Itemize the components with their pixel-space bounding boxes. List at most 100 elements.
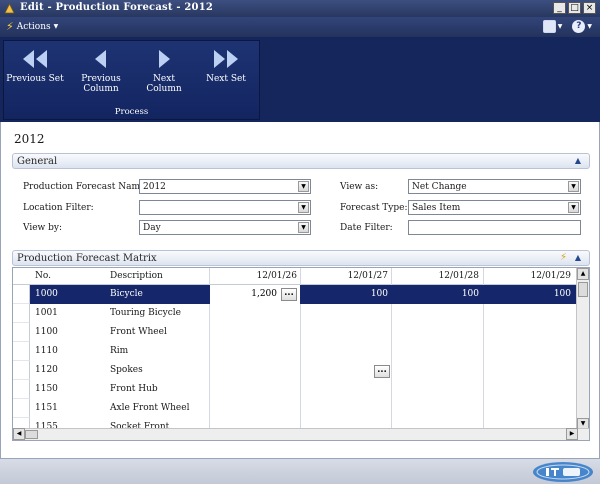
row-selector[interactable]	[13, 361, 30, 380]
scroll-left-icon[interactable]: ◀	[13, 428, 25, 440]
dropdown-arrow-icon[interactable]: ▼	[568, 202, 579, 213]
row-selector[interactable]	[13, 380, 30, 399]
ellipsis-button[interactable]: ...	[281, 288, 297, 301]
close-button[interactable]: ×	[583, 2, 596, 14]
view-by-field[interactable]: Day ▼	[139, 220, 311, 235]
dropdown-arrow-icon[interactable]: ▼	[568, 181, 579, 192]
forecast-type-field[interactable]: Sales Item ▼	[408, 200, 581, 215]
column-header-description[interactable]: Description	[110, 271, 163, 281]
production-forecast-name-label: Production Forecast Name:	[23, 182, 149, 192]
table-row[interactable]: 1100 Front Wheel	[13, 323, 577, 342]
double-left-arrow-icon	[23, 50, 47, 68]
ellipsis-button[interactable]: ...	[374, 365, 390, 378]
general-title: General	[17, 156, 58, 167]
column-header-date-2[interactable]: 12/01/27	[348, 271, 388, 281]
customize-button[interactable]: ▼	[542, 20, 563, 33]
next-column-button[interactable]: Next Column	[135, 48, 193, 94]
next-set-button[interactable]: Next Set	[197, 48, 255, 84]
location-filter-field[interactable]: ▼	[139, 200, 311, 215]
table-row[interactable]: 1001 Touring Bicycle	[13, 304, 577, 323]
page-title: 2012	[14, 132, 45, 146]
scroll-thumb[interactable]	[25, 430, 38, 439]
matrix-header: No. Description 12/01/26 12/01/27 12/01/…	[13, 268, 577, 285]
scroll-up-icon[interactable]: ▲	[577, 268, 589, 280]
row-selector[interactable]	[13, 285, 30, 304]
lightning-icon[interactable]: ⚡	[560, 252, 567, 263]
ribbon: Previous Set Previous Column Next Column…	[0, 37, 600, 122]
cell-no: 1151	[35, 403, 58, 413]
cell-date-1-edit[interactable]: 1,200 ...	[210, 285, 300, 304]
status-bar	[0, 458, 600, 484]
process-group-label: Process	[114, 107, 149, 117]
cell-no: 1120	[35, 365, 58, 375]
table-row[interactable]: 1120 Spokes ...	[13, 361, 577, 380]
column-header-date-4[interactable]: 12/01/29	[531, 271, 571, 281]
date-filter-field[interactable]	[408, 220, 581, 235]
view-by-label: View by:	[23, 223, 62, 233]
row-selector[interactable]	[13, 399, 30, 418]
chevron-down-icon: ▼	[53, 23, 59, 30]
maximize-button[interactable]: □	[568, 2, 581, 14]
cell-description: Front Hub	[110, 384, 158, 394]
matrix-grid: No. Description 12/01/26 12/01/27 12/01/…	[13, 268, 577, 437]
dropdown-arrow-icon[interactable]: ▼	[298, 222, 309, 233]
previous-column-button[interactable]: Previous Column	[72, 48, 130, 94]
next-set-label: Next Set	[206, 74, 246, 84]
view-as-label: View as:	[340, 182, 379, 192]
actions-menu[interactable]: ⚡ Actions ▼	[6, 20, 58, 33]
table-row[interactable]: 1000 Bicycle 1,200 ... 100 100 100	[13, 285, 577, 304]
action-bar: ⚡ Actions ▼ ▼ ? ▼	[0, 17, 600, 37]
title-bar: Edit - Production Forecast - 2012 _ □ ×	[0, 0, 600, 17]
column-header-date-3[interactable]: 12/01/28	[439, 271, 479, 281]
horizontal-scrollbar[interactable]: ◀ ▶	[13, 428, 589, 440]
minimize-button[interactable]: _	[553, 2, 566, 14]
window-title: Edit - Production Forecast - 2012	[20, 2, 214, 13]
cell-date-2: 100	[370, 289, 388, 299]
window-icon	[542, 20, 556, 33]
table-row[interactable]: 1150 Front Hub	[13, 380, 577, 399]
actions-label: Actions	[16, 21, 51, 32]
cell-date-4: 100	[553, 289, 571, 299]
collapse-icon[interactable]: ▲	[575, 253, 581, 262]
previous-set-label: Previous Set	[6, 74, 64, 84]
column-header-no[interactable]: No.	[35, 271, 51, 281]
date-filter-label: Date Filter:	[340, 223, 393, 233]
row-selector[interactable]	[13, 304, 30, 323]
location-filter-label: Location Filter:	[23, 203, 94, 213]
cell-description: Bicycle	[110, 289, 143, 299]
matrix-title: Production Forecast Matrix	[17, 253, 157, 264]
forecast-type-label: Forecast Type:	[340, 203, 408, 213]
previous-column-label: Previous Column	[81, 74, 121, 94]
production-forecast-name-value: 2012	[143, 182, 166, 192]
dropdown-arrow-icon[interactable]: ▼	[298, 202, 309, 213]
dropdown-arrow-icon[interactable]: ▼	[298, 181, 309, 192]
content-area: 2012 General ▲ Production Forecast Name:…	[0, 122, 600, 458]
watermark-logo	[533, 462, 593, 482]
general-fasttab[interactable]: General ▲	[12, 153, 590, 169]
help-button[interactable]: ? ▼	[572, 20, 592, 33]
column-header-date-1[interactable]: 12/01/26	[257, 271, 297, 281]
chevron-down-icon: ▼	[557, 23, 563, 30]
forecast-type-value: Sales Item	[412, 203, 461, 213]
table-row[interactable]: 1151 Axle Front Wheel	[13, 399, 577, 418]
cell-no: 1000	[35, 289, 58, 299]
scroll-thumb[interactable]	[578, 282, 588, 297]
view-as-field[interactable]: Net Change ▼	[408, 179, 581, 194]
help-icon: ?	[572, 20, 586, 33]
cell-date-1: 1,200	[251, 289, 277, 299]
matrix-fasttab[interactable]: Production Forecast Matrix ⚡ ▲	[12, 250, 590, 266]
row-selector[interactable]	[13, 342, 30, 361]
process-group: Previous Set Previous Column Next Column…	[3, 40, 260, 120]
production-forecast-matrix: No. Description 12/01/26 12/01/27 12/01/…	[12, 267, 590, 441]
collapse-icon[interactable]: ▲	[575, 156, 581, 165]
row-selector[interactable]	[13, 323, 30, 342]
vertical-scrollbar[interactable]: ▲ ▼	[576, 268, 589, 430]
cell-description: Axle Front Wheel	[110, 403, 190, 413]
previous-set-button[interactable]: Previous Set	[6, 48, 64, 84]
cell-no: 1001	[35, 308, 58, 318]
table-row[interactable]: 1110 Rim	[13, 342, 577, 361]
production-forecast-name-field[interactable]: 2012 ▼	[139, 179, 311, 194]
cell-description: Spokes	[110, 365, 143, 375]
scroll-right-icon[interactable]: ▶	[566, 428, 578, 440]
cell-description: Rim	[110, 346, 129, 356]
